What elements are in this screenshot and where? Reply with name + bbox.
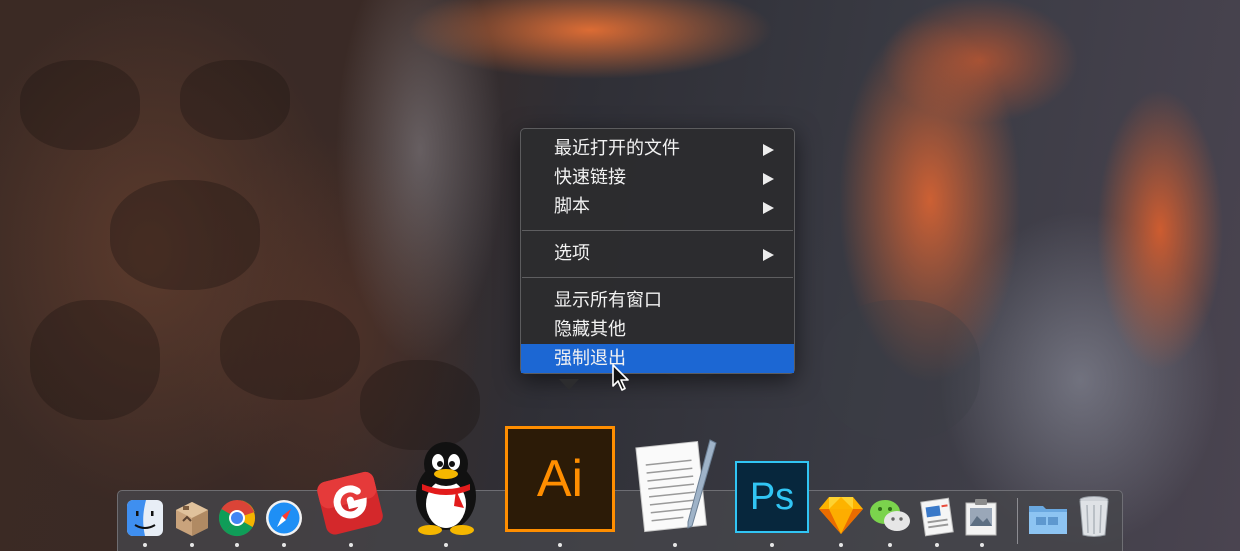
- menu-item-label: 脚本: [554, 196, 590, 217]
- photoshop-icon-label: Ps: [749, 476, 795, 518]
- foxmail-icon[interactable]: [313, 470, 389, 536]
- running-indicator: [980, 543, 984, 547]
- submenu-arrow-icon: [763, 202, 774, 214]
- illustrator-icon-label: Ai: [536, 450, 584, 508]
- chrome-icon[interactable]: [217, 498, 257, 538]
- running-indicator: [190, 543, 194, 547]
- mouse-pointer-icon: [612, 364, 629, 391]
- running-indicator: [349, 543, 353, 547]
- folder-icon[interactable]: [1026, 498, 1070, 538]
- menu-item-recent-files[interactable]: 最近打开的文件: [521, 134, 794, 163]
- safari-icon[interactable]: [264, 498, 304, 538]
- news-reader-icon[interactable]: [917, 496, 957, 538]
- trash-icon[interactable]: [1076, 494, 1112, 538]
- menu-pointer-tail: [559, 379, 579, 390]
- photoshop-icon[interactable]: Ps: [735, 461, 809, 533]
- sketch-icon[interactable]: [818, 494, 864, 536]
- menu-item-options[interactable]: 选项: [521, 239, 794, 268]
- running-indicator: [888, 543, 892, 547]
- dock-context-menu: 最近打开的文件 快速链接 脚本 选项 显示所有窗口 隐藏其他 强制退出: [520, 128, 795, 374]
- illustrator-icon[interactable]: Ai: [505, 426, 615, 532]
- running-indicator: [143, 543, 147, 547]
- menu-item-show-all-windows[interactable]: 显示所有窗口: [521, 286, 794, 315]
- archive-utility-icon[interactable]: [171, 496, 213, 538]
- menu-item-label: 选项: [554, 243, 590, 264]
- menu-separator: [522, 230, 793, 231]
- menu-item-label: 最近打开的文件: [554, 138, 680, 159]
- menu-item-quick-links[interactable]: 快速链接: [521, 163, 794, 192]
- preview-icon[interactable]: [961, 496, 1001, 538]
- submenu-arrow-icon: [763, 249, 774, 261]
- menu-item-label: 显示所有窗口: [554, 290, 662, 311]
- running-indicator: [282, 543, 286, 547]
- menu-item-label: 快速链接: [554, 167, 626, 188]
- running-indicator: [770, 543, 774, 547]
- running-indicator: [235, 543, 239, 547]
- running-indicator: [673, 543, 677, 547]
- textedit-icon[interactable]: [630, 434, 722, 536]
- wechat-icon[interactable]: [868, 496, 912, 536]
- menu-item-hide-others[interactable]: 隐藏其他: [521, 315, 794, 344]
- dock-divider: [1017, 498, 1018, 544]
- running-indicator: [935, 543, 939, 547]
- running-indicator: [444, 543, 448, 547]
- qq-penguin-icon[interactable]: [404, 440, 488, 536]
- submenu-arrow-icon: [763, 173, 774, 185]
- finder-icon[interactable]: [125, 498, 165, 538]
- submenu-arrow-icon: [763, 144, 774, 156]
- menu-item-scripts[interactable]: 脚本: [521, 192, 794, 221]
- running-indicator: [558, 543, 562, 547]
- running-indicator: [839, 543, 843, 547]
- menu-item-label: 隐藏其他: [554, 319, 626, 340]
- menu-item-force-quit[interactable]: 强制退出: [521, 344, 794, 373]
- menu-separator: [522, 277, 793, 278]
